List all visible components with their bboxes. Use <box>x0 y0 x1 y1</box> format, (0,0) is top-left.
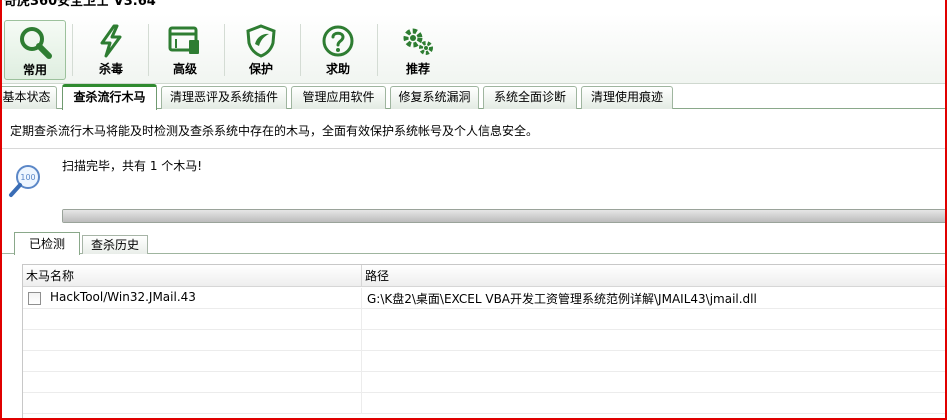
row-checkbox[interactable] <box>28 292 41 305</box>
scan-result-message: 扫描完毕，共有 1 个木马! <box>62 159 203 173</box>
tab-app-manager[interactable]: 管理应用软件 <box>291 86 386 109</box>
tab-plugin-cleanup[interactable]: 清理恶评及系统插件 <box>161 86 287 109</box>
scan-progress-fill <box>63 210 945 222</box>
toolbar-button-antivirus[interactable]: 杀毒 <box>80 20 142 80</box>
cell-name <box>23 309 361 330</box>
toolbar-button-recommend[interactable]: 推荐 <box>387 20 449 80</box>
table-row-empty <box>23 330 945 351</box>
subtab-history[interactable]: 查杀历史 <box>82 235 148 254</box>
tab-basic-status[interactable]: 基本状态 <box>2 86 57 109</box>
toolbar-separator <box>224 24 225 76</box>
main-window: 奇虎360安全卫士 V3.64 常用 杀毒 高级 保护 求助 推荐 基本状态 查… <box>0 0 947 420</box>
cell-path <box>361 309 945 330</box>
shield-icon <box>246 24 276 58</box>
toolbar-label: 常用 <box>22 63 47 77</box>
column-header-path[interactable]: 路径 <box>361 265 945 287</box>
lightning-icon <box>100 24 122 58</box>
cell-path <box>361 393 945 414</box>
window-title: 奇虎360安全卫士 V3.64 <box>2 0 945 12</box>
cell-path: G:\K盘2\桌面\EXCEL VBA开发工资管理系统范例详解\JMAIL43\… <box>361 288 945 309</box>
magnifier-icon <box>20 27 52 59</box>
table-row[interactable]: HackTool/Win32.JMail.43 G:\K盘2\桌面\EXCEL V… <box>23 288 945 309</box>
toolbar-separator <box>377 24 378 76</box>
toolbar: 常用 杀毒 高级 保护 求助 推荐 <box>2 14 945 84</box>
cell-name <box>23 393 361 414</box>
table-row-empty <box>23 372 945 393</box>
page-description: 定期查杀流行木马将能及时检测及查杀系统中存在的木马，全面有效保护系统帐号及个人信… <box>10 124 539 138</box>
cell-name <box>23 372 361 393</box>
tab-system-diagnosis[interactable]: 系统全面诊断 <box>483 86 577 109</box>
subtab-detected[interactable]: 已检测 <box>14 232 80 255</box>
tab-clean-traces[interactable]: 清理使用痕迹 <box>581 86 673 109</box>
toolbar-label: 求助 <box>325 62 350 76</box>
cell-name <box>23 351 361 372</box>
toolbar-label: 保护 <box>248 62 273 76</box>
scan-magnifier-icon: 100 <box>9 165 40 197</box>
tab-trojan-scan[interactable]: 查杀流行木马 <box>62 84 157 110</box>
question-icon <box>322 25 354 57</box>
table-row-empty <box>23 351 945 372</box>
toolbar-separator <box>72 24 73 76</box>
toolbar-label: 推荐 <box>405 62 430 76</box>
cell-path <box>361 330 945 351</box>
trojan-name: HackTool/Win32.JMail.43 <box>50 290 196 304</box>
result-subtabs: 已检测 查杀历史 <box>2 232 945 255</box>
column-header-name[interactable]: 木马名称 <box>23 265 361 287</box>
cell-path <box>361 351 945 372</box>
toolbar-button-protect[interactable]: 保护 <box>230 20 292 80</box>
toolbar-button-advanced[interactable]: 高级 <box>154 20 216 80</box>
main-tabs: 基本状态 查杀流行木马 清理恶评及系统插件 管理应用软件 修复系统漏洞 系统全面… <box>2 84 945 110</box>
tools-window-icon <box>168 26 199 54</box>
cell-name: HackTool/Win32.JMail.43 <box>23 288 361 309</box>
scan-progress-bar <box>62 209 945 223</box>
toolbar-separator <box>300 24 301 76</box>
cell-path <box>361 372 945 393</box>
list-header: 木马名称 路径 <box>23 265 945 287</box>
cell-name <box>23 330 361 351</box>
gears-icon <box>403 28 433 55</box>
trojan-list: 木马名称 路径 HackTool/Win32.JMail.43 G:\K盘2\桌面… <box>22 264 945 418</box>
table-row-empty <box>23 309 945 330</box>
toolbar-button-common[interactable]: 常用 <box>4 20 66 80</box>
toolbar-label: 杀毒 <box>98 62 123 76</box>
toolbar-label: 高级 <box>172 62 197 76</box>
table-row-empty <box>23 393 945 414</box>
tab-patch-vulnerabilities[interactable]: 修复系统漏洞 <box>390 86 479 109</box>
trojan-path: G:\K盘2\桌面\EXCEL VBA开发工资管理系统范例详解\JMAIL43\… <box>367 292 757 306</box>
scan-icon-text: 100 <box>20 173 35 182</box>
toolbar-separator <box>148 24 149 76</box>
toolbar-button-help[interactable]: 求助 <box>307 20 369 80</box>
